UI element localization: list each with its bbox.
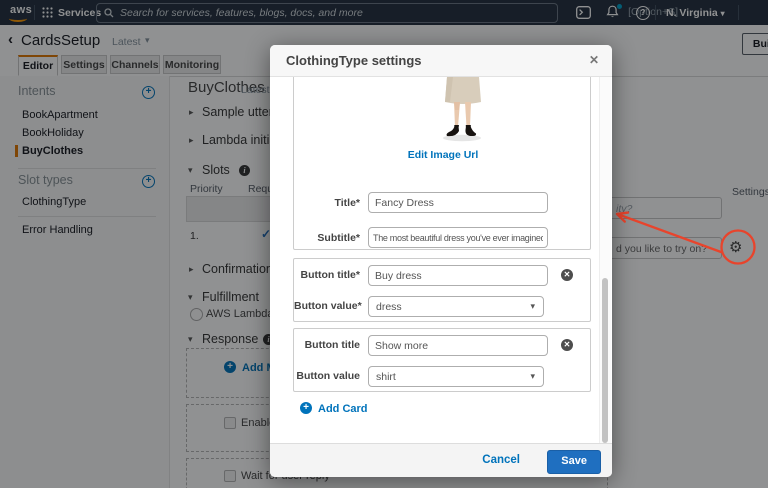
close-icon[interactable]: ✕	[589, 53, 599, 67]
button-title-input[interactable]	[368, 265, 548, 286]
remove-button-icon[interactable]: ✕	[561, 269, 573, 281]
chevron-down-icon: ▾	[530, 371, 535, 381]
save-button[interactable]: Save	[547, 450, 601, 474]
button-title-label: Button title	[304, 339, 360, 351]
cancel-button[interactable]: Cancel	[482, 454, 520, 466]
button-value-label: Button value	[296, 370, 360, 382]
subtitle-label: Subtitle*	[317, 232, 360, 244]
edit-image-url-text: Edit Image Url	[407, 149, 479, 161]
clothingtype-settings-modal: Edit Image Url Title* Subtitle* Button t…	[270, 45, 612, 477]
edit-image-url-link[interactable]: Edit Image Url	[294, 149, 592, 161]
add-card-icon[interactable]: +	[300, 402, 312, 414]
app-window: aws Services Search for services, featur…	[0, 0, 768, 488]
modal-scrollbar-thumb[interactable]	[602, 278, 608, 443]
card-button-2: Button title ✕ Button value shirt ▾	[293, 328, 591, 392]
button-title-input[interactable]	[368, 335, 548, 356]
title-label: Title*	[334, 197, 360, 209]
button-title-label: Button title*	[300, 269, 361, 281]
modal-title: ClothingType settings	[286, 53, 422, 68]
remove-button-icon[interactable]: ✕	[561, 339, 573, 351]
chevron-down-icon: ▾	[530, 301, 535, 311]
modal-header: ClothingType settings ✕	[270, 45, 612, 77]
card-image-dress	[434, 77, 492, 143]
card-button-1: Button title* ✕ Button value* dress ▾	[293, 258, 591, 322]
button-value-select[interactable]: shirt ▾	[368, 366, 544, 387]
subtitle-input[interactable]	[368, 227, 548, 248]
card-main: Edit Image Url Title* Subtitle*	[293, 65, 591, 250]
button-value-select[interactable]: dress ▾	[368, 296, 544, 317]
add-card-link[interactable]: Add Card	[318, 403, 368, 415]
button-value-selected: dress	[376, 301, 402, 313]
button-value-selected: shirt	[376, 371, 396, 383]
button-value-label: Button value*	[294, 300, 362, 312]
title-input[interactable]	[368, 192, 548, 213]
modal-footer: Cancel Save	[270, 443, 612, 477]
modal-scrollbar-track[interactable]	[599, 76, 611, 443]
